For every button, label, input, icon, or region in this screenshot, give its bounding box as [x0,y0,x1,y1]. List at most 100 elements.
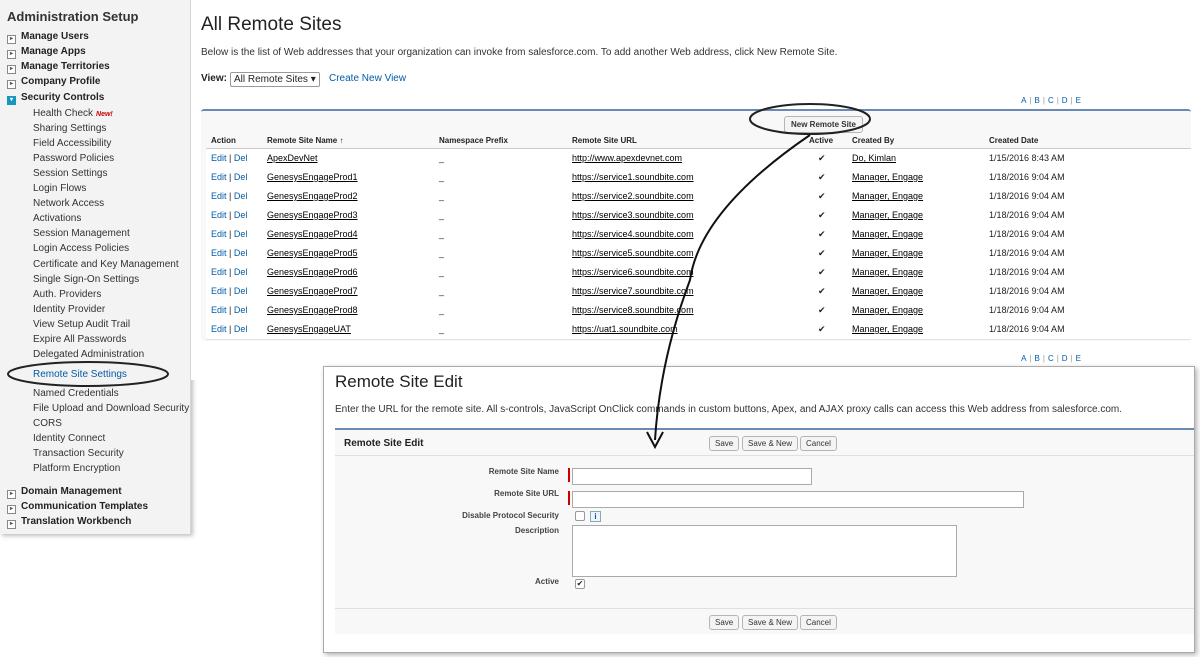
edit-link[interactable]: Edit [211,305,227,315]
active-checkbox[interactable]: ✔ [575,579,585,589]
delete-link[interactable]: Del [234,286,248,296]
delete-link[interactable]: Del [234,191,248,201]
disable-protocol-security-checkbox[interactable] [575,511,585,521]
remote-site-name-link[interactable]: GenesysEngageProd5 [267,248,358,258]
remote-site-url-link[interactable]: https://service1.soundbite.com [572,172,694,182]
delete-link[interactable]: Del [234,305,248,315]
sidebar-item-single-sign-on[interactable]: Single Sign-On Settings [33,274,139,285]
cancel-button-bottom[interactable]: Cancel [800,615,837,630]
edit-link[interactable]: Edit [211,229,227,239]
sidebar-item-communication-templates[interactable]: ▸ Communication Templates [7,501,148,514]
remote-site-name-link[interactable]: GenesysEngageUAT [267,324,351,334]
sidebar-item-translation-workbench[interactable]: ▸ Translation Workbench [7,516,131,529]
created-by-link[interactable]: Manager, Engage [852,229,923,239]
remote-site-url-link[interactable]: https://service6.soundbite.com [572,267,694,277]
save-button-bottom[interactable]: Save [709,615,740,630]
sidebar-item-certificate-key-management[interactable]: Certificate and Key Management [33,259,179,270]
remote-site-name-link[interactable]: GenesysEngageProd7 [267,286,358,296]
sidebar-item-file-upload-download-security[interactable]: File Upload and Download Security [33,403,189,414]
sidebar-item-login-access-policies[interactable]: Login Access Policies [33,243,129,254]
delete-link[interactable]: Del [234,229,248,239]
created-by-link[interactable]: Manager, Engage [852,191,923,201]
column-header-created-by[interactable]: Created By [852,136,894,145]
save-and-new-button[interactable]: Save & New [742,436,799,451]
sidebar-item-transaction-security[interactable]: Transaction Security [33,448,124,459]
remote-site-url-link[interactable]: https://service5.soundbite.com [572,248,694,258]
edit-link[interactable]: Edit [211,267,227,277]
remote-site-name-link[interactable]: ApexDevNet [267,153,318,163]
remote-site-name-link[interactable]: GenesysEngageProd8 [267,305,358,315]
sidebar-item-expire-all-passwords[interactable]: Expire All Passwords [33,334,126,345]
alpha-filter-b[interactable]: B [1035,354,1040,363]
edit-link[interactable]: Edit [211,248,227,258]
delete-link[interactable]: Del [234,153,248,163]
column-header-namespace[interactable]: Namespace Prefix [439,136,508,145]
alpha-filter-c[interactable]: C [1048,96,1054,105]
created-by-link[interactable]: Manager, Engage [852,210,923,220]
remote-site-url-link[interactable]: https://service4.soundbite.com [572,229,694,239]
sidebar-item-health-check[interactable]: Health Check New! [33,108,113,119]
remote-site-name-input[interactable] [572,468,812,485]
sidebar-item-field-accessibility[interactable]: Field Accessibility [33,138,111,149]
sidebar-item-manage-users[interactable]: ▸ Manage Users [7,31,89,44]
remote-site-url-input[interactable] [572,491,1024,508]
column-header-url[interactable]: Remote Site URL [572,136,637,145]
sidebar-item-view-setup-audit-trail[interactable]: View Setup Audit Trail [33,319,130,330]
delete-link[interactable]: Del [234,172,248,182]
sidebar-item-delegated-administration[interactable]: Delegated Administration [33,349,144,360]
new-remote-site-button[interactable]: New Remote Site [784,116,863,133]
edit-link[interactable]: Edit [211,172,227,182]
sidebar-item-company-profile[interactable]: ▸ Company Profile [7,76,100,89]
column-header-created-date[interactable]: Created Date [989,136,1038,145]
create-new-view-link[interactable]: Create New View [329,73,406,84]
remote-site-name-link[interactable]: GenesysEngageProd3 [267,210,358,220]
remote-site-name-link[interactable]: GenesysEngageProd2 [267,191,358,201]
alpha-filter-e[interactable]: E [1076,354,1081,363]
created-by-link[interactable]: Manager, Engage [852,172,923,182]
sidebar-item-identity-provider[interactable]: Identity Provider [33,304,105,315]
created-by-link[interactable]: Manager, Engage [852,248,923,258]
sidebar-item-sharing-settings[interactable]: Sharing Settings [33,123,106,134]
created-by-link[interactable]: Manager, Engage [852,305,923,315]
remote-site-name-link[interactable]: GenesysEngageProd6 [267,267,358,277]
alpha-filter-d[interactable]: D [1062,96,1068,105]
edit-link[interactable]: Edit [211,286,227,296]
sidebar-item-security-controls[interactable]: ▾ Security Controls [7,92,104,105]
created-by-link[interactable]: Manager, Engage [852,267,923,277]
delete-link[interactable]: Del [234,210,248,220]
edit-link[interactable]: Edit [211,191,227,201]
column-header-name[interactable]: Remote Site Name ↑ [267,136,343,145]
sidebar-item-domain-management[interactable]: ▸ Domain Management [7,486,122,499]
sidebar-item-platform-encryption[interactable]: Platform Encryption [33,463,120,474]
sidebar-item-named-credentials[interactable]: Named Credentials [33,388,119,399]
sidebar-item-manage-apps[interactable]: ▸ Manage Apps [7,46,86,59]
alpha-filter-b[interactable]: B [1035,96,1040,105]
sidebar-item-manage-territories[interactable]: ▸ Manage Territories [7,61,110,74]
edit-link[interactable]: Edit [211,324,227,334]
sidebar-item-session-management[interactable]: Session Management [33,228,130,239]
alpha-filter-d[interactable]: D [1062,354,1068,363]
alpha-filter-a[interactable]: A [1021,96,1026,105]
view-select[interactable]: All Remote Sites ▾ [230,72,320,87]
alpha-filter-e[interactable]: E [1076,96,1081,105]
save-and-new-button-bottom[interactable]: Save & New [742,615,799,630]
sidebar-item-session-settings[interactable]: Session Settings [33,168,108,179]
sidebar-item-remote-site-settings[interactable]: Remote Site Settings [33,369,127,380]
remote-site-url-link[interactable]: https://service7.soundbite.com [572,286,694,296]
created-by-link[interactable]: Manager, Engage [852,286,923,296]
edit-link[interactable]: Edit [211,153,227,163]
remote-site-url-link[interactable]: https://uat1.soundbite.com [572,324,678,334]
save-button[interactable]: Save [709,436,740,451]
remote-site-name-link[interactable]: GenesysEngageProd1 [267,172,358,182]
delete-link[interactable]: Del [234,324,248,334]
sidebar-item-password-policies[interactable]: Password Policies [33,153,114,164]
edit-link[interactable]: Edit [211,210,227,220]
remote-site-url-link[interactable]: https://service8.soundbite.com [572,305,694,315]
sidebar-item-cors[interactable]: CORS [33,418,62,429]
alpha-filter-a[interactable]: A [1021,354,1026,363]
sidebar-item-network-access[interactable]: Network Access [33,198,104,209]
remote-site-url-link[interactable]: http://www.apexdevnet.com [572,153,682,163]
sidebar-item-activations[interactable]: Activations [33,213,81,224]
sidebar-item-auth-providers[interactable]: Auth. Providers [33,289,101,300]
alpha-filter-c[interactable]: C [1048,354,1054,363]
